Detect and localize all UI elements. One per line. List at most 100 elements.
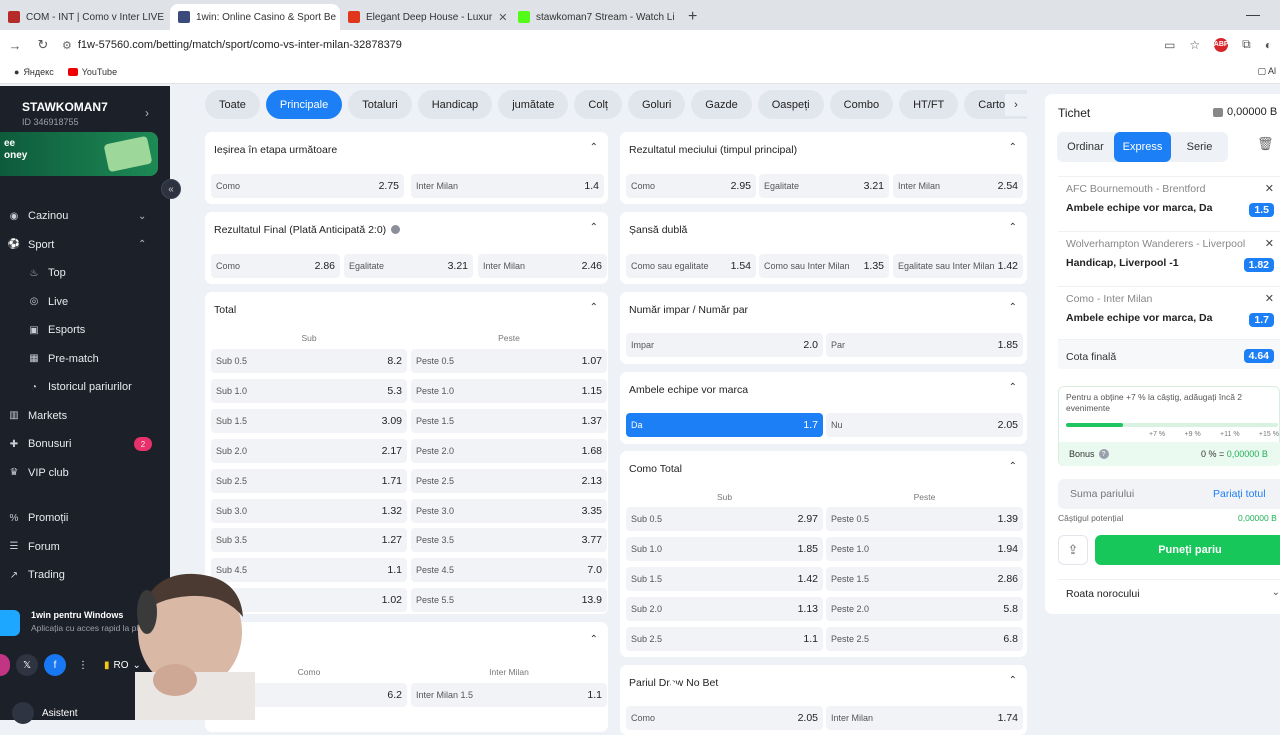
odd-button[interactable]: Peste 0.5 1.39 — [826, 507, 1023, 531]
extensions-icon[interactable]: ⧉ — [1242, 37, 1251, 52]
browser-tab[interactable]: stawkoman7 Stream - Watch Li✕ — [510, 4, 680, 30]
filter-chip[interactable]: jumătate — [498, 90, 569, 119]
odd-button[interactable]: Impar 2.0 — [626, 333, 823, 357]
chevron-up-icon[interactable]: ⌃ — [590, 302, 598, 313]
sidebar-item-bonusuri[interactable]: ✚ Bonusuri 2 — [0, 430, 170, 459]
chevron-up-icon[interactable]: ⌃ — [1009, 461, 1017, 472]
chevron-up-icon[interactable]: ⌃ — [590, 634, 598, 645]
odd-button[interactable]: Egalitate 3.21 — [759, 174, 889, 198]
odd-button[interactable]: Peste 2.5 2.13 — [411, 468, 607, 493]
odd-button[interactable]: Inter Milan 1.5 1.1 — [411, 683, 607, 707]
browser-tab[interactable]: Elegant Deep House - Luxur ✕ — [340, 4, 510, 30]
info-icon[interactable] — [391, 225, 401, 234]
bet-all-button[interactable]: Pariați totul — [1213, 488, 1266, 500]
odd-button[interactable]: Peste 2.0 1.68 — [411, 438, 607, 463]
promo-banner[interactable]: ee oney — [0, 132, 158, 176]
odd-button[interactable]: Inter Milan 1.74 — [826, 706, 1023, 730]
trash-icon[interactable]: 🗑 — [1257, 136, 1274, 152]
odd-button[interactable]: Peste 2.5 6.8 — [826, 626, 1023, 651]
filter-chip[interactable]: HT/FT — [899, 90, 959, 119]
sidebar-item-prematch[interactable]: ▦ Pre-match — [0, 345, 170, 374]
sidebar-item-forum[interactable]: ☰ Forum — [0, 533, 170, 562]
chevron-up-icon[interactable]: ⌃ — [1009, 382, 1017, 393]
all-bookmarks[interactable]: ▢ Al — [1257, 66, 1276, 77]
bookmark-yandex[interactable]: ● Яндекс — [14, 67, 54, 77]
reload-icon[interactable]: ↻ — [34, 37, 52, 53]
close-icon[interactable]: ✕ — [1265, 182, 1274, 195]
odd-button[interactable]: 1.02 — [211, 588, 407, 613]
odd-button[interactable]: 5 6.2 — [211, 683, 407, 707]
more-icon[interactable]: ⋮ — [72, 654, 94, 676]
sidebar-item-cazinou[interactable]: ◉ Cazinou ⌄ — [0, 202, 170, 231]
sidebar-item-esports[interactable]: ▣ Esports — [0, 316, 170, 345]
odd-button[interactable]: Peste 3.5 3.77 — [411, 528, 607, 553]
collapse-sidebar-button[interactable]: « — [161, 179, 181, 199]
tab-express[interactable]: Express — [1114, 132, 1171, 162]
odd-button[interactable]: Sub 2.5 1.1 — [626, 626, 823, 651]
cast-icon[interactable]: ▭ — [1164, 38, 1175, 52]
filter-chip[interactable]: Totaluri — [348, 90, 412, 119]
tab-serie[interactable]: Serie — [1171, 132, 1228, 162]
chevron-up-icon[interactable]: ⌃ — [1009, 302, 1017, 313]
odd-button[interactable]: Nu 2.05 — [826, 413, 1023, 437]
chevron-up-icon[interactable]: ⌃ — [590, 142, 598, 153]
close-icon[interactable]: ✕ — [1265, 292, 1274, 305]
filter-chip[interactable]: Handicap — [417, 90, 493, 119]
odd-button[interactable]: Sub 0.5 2.97 — [626, 507, 823, 531]
stake-input[interactable]: Suma pariului Pariați totul — [1058, 479, 1280, 509]
odd-button[interactable]: Peste 1.5 1.37 — [411, 408, 607, 433]
url-field[interactable]: ⚙ f1w-57560.com/betting/match/sport/como-… — [62, 39, 402, 52]
odd-button[interactable]: Peste 1.0 1.94 — [826, 536, 1023, 561]
filter-chip-active[interactable]: Principale — [265, 90, 343, 119]
odd-button[interactable]: Como 2.75 — [211, 174, 404, 198]
tab-ordinar[interactable]: Ordinar — [1057, 132, 1114, 162]
chevron-right-icon[interactable]: › — [145, 106, 149, 120]
odd-button[interactable]: Inter Milan 2.54 — [893, 174, 1023, 198]
filter-chip[interactable]: Gazde — [691, 90, 752, 119]
site-info-icon[interactable]: ⚙ — [62, 39, 72, 52]
filter-chip[interactable]: Colț — [574, 90, 622, 119]
minimize-icon[interactable]: — — [1246, 6, 1260, 22]
instagram-icon[interactable] — [0, 654, 10, 676]
sidebar-item-trading[interactable]: ↗ Trading — [0, 561, 170, 590]
x-icon[interactable]: 𝕏 — [16, 654, 38, 676]
odd-button[interactable]: Peste 1.0 1.15 — [411, 378, 607, 403]
profile-icon[interactable]: ◐ — [1265, 38, 1272, 52]
odd-button[interactable]: Sub 3.5 1.27 — [211, 528, 407, 553]
odd-button[interactable]: Sub 4.5 1.1 — [211, 558, 407, 583]
chevron-up-icon[interactable]: ⌃ — [590, 222, 598, 233]
chevron-up-icon[interactable]: ⌃ — [1009, 222, 1017, 233]
bookmark-star-icon[interactable]: ☆ — [1189, 38, 1200, 52]
chevron-up-icon[interactable]: ⌃ — [1009, 675, 1017, 686]
odd-button[interactable]: Peste 5.5 13.9 — [411, 588, 607, 613]
filter-chip[interactable]: Goluri — [627, 90, 686, 119]
odd-button[interactable]: Peste 0.5 1.07 — [411, 349, 607, 373]
close-icon[interactable]: ✕ — [1265, 237, 1274, 250]
odd-button[interactable]: Como 2.05 — [626, 706, 823, 730]
odd-button[interactable]: Peste 4.5 7.0 — [411, 558, 607, 583]
odd-button[interactable]: Inter Milan 1.4 — [411, 174, 604, 198]
odd-button[interactable]: Como sau egalitate 1.54 — [626, 254, 756, 278]
bookmark-youtube[interactable]: YouTube — [67, 67, 117, 77]
wheel-of-fortune[interactable]: Roata norocului ⌄ — [1058, 579, 1280, 607]
assistant-button[interactable]: Asistent — [12, 702, 78, 724]
odd-button[interactable]: Peste 2.0 5.8 — [826, 596, 1023, 621]
adblock-icon[interactable]: ABP — [1214, 37, 1229, 52]
place-bet-button[interactable]: Puneți pariu — [1095, 535, 1280, 565]
forward-icon[interactable]: → — [6, 38, 24, 53]
browser-tab[interactable]: COM - INT | Como v Inter LIVE✕ — [0, 4, 170, 30]
chevron-up-icon[interactable]: ⌃ — [1009, 142, 1017, 153]
filter-chip[interactable]: Oaspeți — [757, 90, 824, 119]
username[interactable]: STAWKOMAN7 — [22, 100, 108, 114]
language-selector[interactable]: ▮ RO ⌄ — [104, 660, 141, 671]
sidebar-item-top[interactable]: ♨ Top — [0, 259, 170, 288]
odd-button[interactable]: Como 2.95 — [626, 174, 756, 198]
filter-chip[interactable]: Combo — [829, 90, 894, 119]
odd-button[interactable]: Egalitate sau Inter Milan 1.42 — [893, 254, 1023, 278]
odd-button[interactable]: Como 2.86 — [211, 254, 340, 278]
sidebar-item-history[interactable]: ◔ Istoricul pariurilor — [0, 373, 170, 402]
odd-button[interactable]: Peste 3.0 3.35 — [411, 498, 607, 523]
sidebar-item-vip[interactable]: ♛ VIP club — [0, 459, 170, 488]
filter-chip[interactable]: Toate — [205, 90, 260, 119]
odd-button[interactable]: Sub 1.5 3.09 — [211, 408, 407, 433]
